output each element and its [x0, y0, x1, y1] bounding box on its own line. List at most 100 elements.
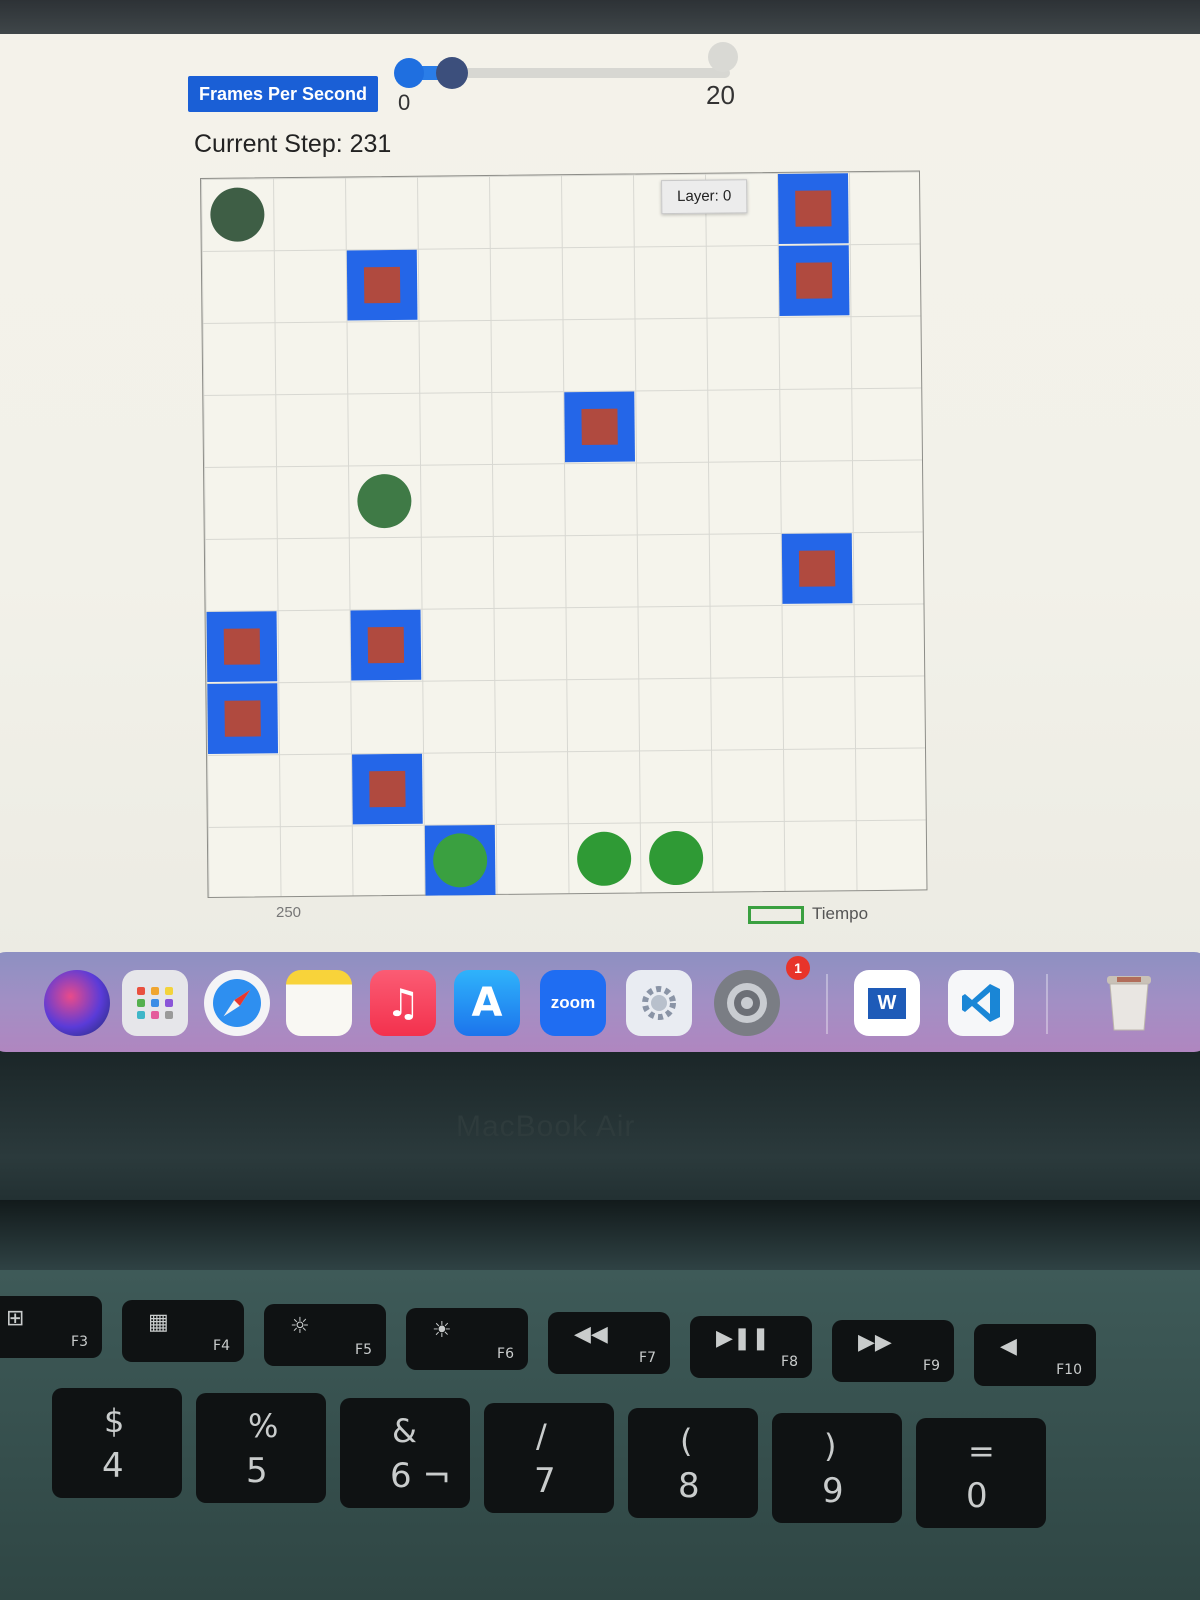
trash-icon[interactable] [1096, 970, 1162, 1036]
function-key-f5[interactable]: ☼ F5 [264, 1304, 386, 1366]
agent-box [207, 683, 279, 754]
browser-screen: Frames Per Second 0 20 Current Step: 231… [0, 0, 1200, 960]
system-preferences-icon[interactable] [714, 970, 780, 1036]
function-key-f6[interactable]: ☀ F6 [406, 1308, 528, 1370]
key-shift-symbol: % [248, 1407, 279, 1445]
number-key-6[interactable]: & 6 ¬ [340, 1398, 470, 1508]
agent-box [206, 611, 278, 682]
agent-circle [648, 830, 704, 886]
axis-tick-label: 250 [276, 904, 302, 921]
key-label: F7 [639, 1350, 656, 1366]
key-shift-symbol: & [392, 1412, 417, 1450]
agent-box-core [369, 770, 406, 808]
agent-circle [210, 187, 265, 242]
key-shift-symbol: = [968, 1432, 995, 1470]
key-label: F5 [355, 1342, 372, 1358]
launchpad-icon[interactable] [122, 970, 188, 1036]
layer-badge: Layer: 0 [661, 179, 748, 215]
number-key-7[interactable]: /7 [484, 1403, 614, 1513]
function-key-f8[interactable]: ▶❚❚ F8 [690, 1316, 812, 1378]
app-store-icon[interactable]: A [454, 970, 520, 1036]
settings-gear-icon[interactable] [626, 970, 692, 1036]
key-label: F3 [71, 1334, 88, 1350]
number-key-5[interactable]: % 5 [196, 1393, 326, 1503]
agent-box [778, 245, 850, 316]
simulation-grid[interactable]: Layer: 0 [200, 170, 928, 898]
agent-box [352, 753, 423, 825]
agent-box [777, 173, 849, 244]
key-label: F10 [1056, 1362, 1082, 1378]
number-key-9[interactable]: ) 9 [772, 1413, 902, 1523]
brand-label: MacBook Air [456, 1110, 636, 1143]
key-symbol: ▶❚❚ [716, 1326, 770, 1351]
siri-icon[interactable] [44, 970, 110, 1036]
dock-divider [1046, 974, 1048, 1034]
key-shift-symbol: ) [824, 1427, 837, 1465]
zoom-icon[interactable]: zoom [540, 970, 606, 1036]
fps-slider[interactable] [394, 56, 730, 92]
key-symbol: ▶▶ [858, 1330, 892, 1355]
agent-box-core [223, 628, 261, 665]
key-label: F6 [497, 1346, 514, 1362]
current-step-label: Current Step: 231 [194, 130, 392, 158]
function-key-f3[interactable]: ⊞ F3 [0, 1296, 102, 1358]
agent-box-core [581, 408, 618, 446]
dock: ♫ A zoom 1 W [0, 952, 1200, 1052]
slider-start-thumb[interactable] [394, 58, 424, 88]
agent-circle [432, 833, 488, 888]
slider-value-thumb[interactable] [435, 57, 468, 89]
notes-icon[interactable] [286, 970, 352, 1036]
key-main-symbol: 7 [534, 1461, 556, 1501]
dock-divider [826, 974, 828, 1034]
agent-box-core [795, 262, 833, 299]
agent-box [564, 391, 635, 463]
key-label: F8 [781, 1354, 798, 1370]
function-key-f4[interactable]: ▦ F4 [122, 1300, 244, 1362]
key-shift-symbol: / [536, 1417, 547, 1455]
agent-box-core [363, 266, 401, 304]
number-key-0[interactable]: = 0 [916, 1418, 1046, 1528]
key-label: F4 [213, 1338, 230, 1354]
agent-box-core [795, 190, 832, 227]
slider-max-label: 20 [706, 80, 735, 110]
slider-end-thumb[interactable] [708, 42, 738, 72]
key-main-symbol: 5 [246, 1451, 268, 1491]
music-icon[interactable]: ♫ [370, 970, 436, 1036]
agent-box [781, 533, 853, 604]
key-symbol: ▦ [148, 1310, 169, 1335]
agent-box-core [367, 626, 405, 664]
agent-circle [576, 831, 632, 887]
key-main-symbol: 8 [678, 1466, 700, 1506]
word-letter: W [867, 987, 907, 1019]
key-symbol: ⊞ [6, 1306, 25, 1331]
agent-box [350, 609, 422, 681]
key-shift-symbol: $ [104, 1402, 125, 1440]
notification-badge: 1 [786, 956, 810, 980]
word-icon[interactable]: W [854, 970, 920, 1036]
screen-top-edge [0, 0, 1200, 34]
agent-box-core [798, 550, 836, 587]
key-main-symbol: 6 ¬ [390, 1456, 451, 1496]
key-main-symbol: 4 [102, 1446, 124, 1486]
slider-min-label: 0 [398, 90, 411, 115]
number-key-4[interactable]: $4 [52, 1388, 182, 1498]
legend-label: Tiempo [812, 904, 869, 923]
key-symbol: ☼ [290, 1314, 310, 1339]
function-key-f7[interactable]: ◀◀ F7 [548, 1312, 670, 1374]
laptop-hinge [0, 1200, 1200, 1270]
vscode-icon[interactable] [948, 970, 1014, 1036]
agent-box [346, 249, 418, 321]
key-symbol: ◀◀ [574, 1322, 608, 1347]
function-key-f9[interactable]: ▶▶ F9 [832, 1320, 954, 1382]
key-shift-symbol: ( [680, 1422, 693, 1460]
function-key-f10[interactable]: ◀ F10 [974, 1324, 1096, 1386]
safari-icon[interactable] [204, 970, 270, 1036]
key-label: F9 [923, 1358, 940, 1374]
legend-swatch [748, 906, 804, 924]
key-symbol: ◀ [1000, 1334, 1017, 1359]
number-key-8[interactable]: (8 [628, 1408, 758, 1518]
key-main-symbol: 0 [966, 1476, 988, 1516]
agent-circle [357, 473, 412, 529]
fps-label: Frames Per Second [188, 76, 378, 112]
agent-box-core [224, 700, 261, 737]
